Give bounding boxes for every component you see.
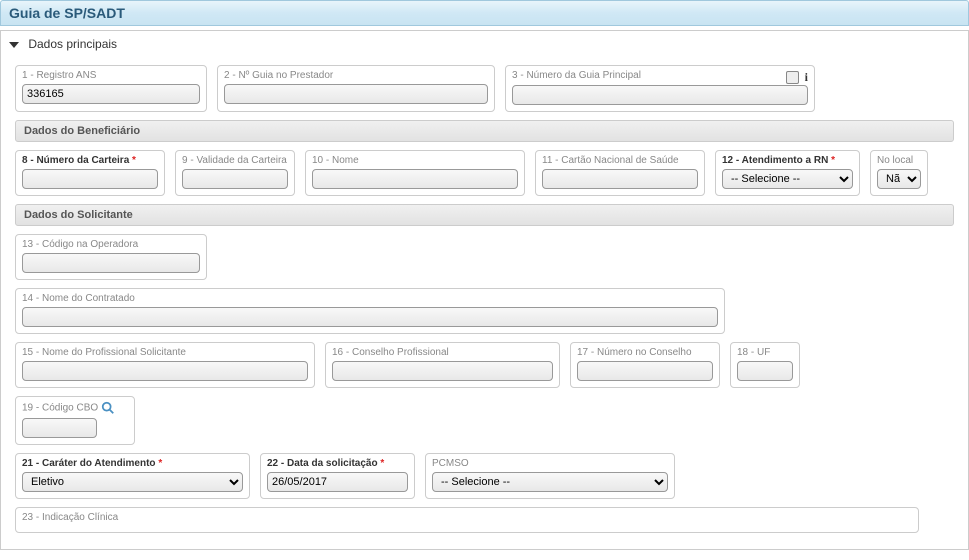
field-indicacao-clinica: 23 - Indicação Clínica xyxy=(15,507,919,533)
field-uf: 18 - UF xyxy=(730,342,800,388)
chevron-down-icon xyxy=(9,42,19,48)
required-marker: * xyxy=(158,458,162,469)
field-conselho-profissional: 16 - Conselho Profissional xyxy=(325,342,560,388)
page-title: Guia de SP/SADT xyxy=(0,0,969,26)
field-pcmso: PCMSO -- Selecione -- xyxy=(425,453,675,499)
field-label: 2 - Nº Guia no Prestador xyxy=(224,70,488,81)
field-label: 15 - Nome do Profissional Solicitante xyxy=(22,347,308,358)
field-no-local: No local Não xyxy=(870,150,928,196)
required-marker: * xyxy=(132,155,136,166)
field-label: 21 - Caráter do Atendimento * xyxy=(22,458,243,469)
subsection-solicitante: Dados do Solicitante xyxy=(15,204,954,226)
section-dados-principais: Dados principais 1 - Registro ANS 2 - Nº… xyxy=(0,30,969,550)
numero-carteira-input[interactable] xyxy=(22,169,158,189)
field-label: 9 - Validade da Carteira xyxy=(182,155,288,166)
field-data-solicitacao: 22 - Data da solicitação * xyxy=(260,453,415,499)
cns-input[interactable] xyxy=(542,169,698,189)
registro-ans-input[interactable] xyxy=(22,84,200,104)
field-n-guia-prestador: 2 - Nº Guia no Prestador xyxy=(217,65,495,112)
field-carater-atendimento: 21 - Caráter do Atendimento * Eletivo xyxy=(15,453,250,499)
field-label: No local xyxy=(877,155,921,166)
required-marker: * xyxy=(380,458,384,469)
required-marker: * xyxy=(831,155,835,166)
field-label: 8 - Número da Carteira * xyxy=(22,155,158,166)
field-label: PCMSO xyxy=(432,458,668,469)
field-label: 1 - Registro ANS xyxy=(22,70,200,81)
field-atendimento-rn: 12 - Atendimento a RN * -- Selecione -- xyxy=(715,150,860,196)
field-numero-carteira: 8 - Número da Carteira * xyxy=(15,150,165,196)
field-label: 16 - Conselho Profissional xyxy=(332,347,553,358)
guia-principal-checkbox[interactable] xyxy=(786,71,799,84)
field-validade-carteira: 9 - Validade da Carteira xyxy=(175,150,295,196)
field-label: 19 - Código CBO xyxy=(22,401,128,415)
section-body: 1 - Registro ANS 2 - Nº Guia no Prestado… xyxy=(1,57,968,549)
section-title: Dados principais xyxy=(28,37,117,51)
field-label: 14 - Nome do Contratado xyxy=(22,293,718,304)
search-icon[interactable] xyxy=(101,403,115,414)
field-label: 12 - Atendimento a RN * xyxy=(722,155,853,166)
field-label: 3 - Número da Guia Principal i xyxy=(512,70,808,81)
no-local-select[interactable]: Não xyxy=(877,169,921,189)
field-numero-conselho: 17 - Número no Conselho xyxy=(570,342,720,388)
field-label: 10 - Nome xyxy=(312,155,518,166)
n-guia-principal-input[interactable] xyxy=(512,85,808,105)
field-label: 23 - Indicação Clínica xyxy=(22,512,912,523)
field-cns: 11 - Cartão Nacional de Saúde xyxy=(535,150,705,196)
nome-contratado-input[interactable] xyxy=(22,307,718,327)
field-codigo-cbo: 19 - Código CBO xyxy=(15,396,135,445)
section-toggle-dados-principais[interactable]: Dados principais xyxy=(1,31,968,57)
numero-conselho-input[interactable] xyxy=(577,361,713,381)
info-icon[interactable]: i xyxy=(805,70,808,84)
field-label: 22 - Data da solicitação * xyxy=(267,458,408,469)
field-label: 18 - UF xyxy=(737,347,793,358)
field-label-text: 3 - Número da Guia Principal xyxy=(512,70,641,81)
field-label: 13 - Código na Operadora xyxy=(22,239,200,250)
atendimento-rn-select[interactable]: -- Selecione -- xyxy=(722,169,853,189)
field-n-guia-principal: 3 - Número da Guia Principal i xyxy=(505,65,815,112)
codigo-cbo-input[interactable] xyxy=(22,418,97,438)
field-registro-ans: 1 - Registro ANS xyxy=(15,65,207,112)
nome-profissional-input[interactable] xyxy=(22,361,308,381)
pcmso-select[interactable]: -- Selecione -- xyxy=(432,472,668,492)
field-nome: 10 - Nome xyxy=(305,150,525,196)
data-solicitacao-input[interactable] xyxy=(267,472,408,492)
codigo-operadora-input[interactable] xyxy=(22,253,200,273)
nome-input[interactable] xyxy=(312,169,518,189)
field-label: 11 - Cartão Nacional de Saúde xyxy=(542,155,698,166)
field-nome-contratado: 14 - Nome do Contratado xyxy=(15,288,725,334)
field-label: 17 - Número no Conselho xyxy=(577,347,713,358)
n-guia-prestador-input[interactable] xyxy=(224,84,488,104)
carater-atendimento-select[interactable]: Eletivo xyxy=(22,472,243,492)
conselho-profissional-input[interactable] xyxy=(332,361,553,381)
uf-input[interactable] xyxy=(737,361,793,381)
field-nome-profissional: 15 - Nome do Profissional Solicitante xyxy=(15,342,315,388)
validade-carteira-input[interactable] xyxy=(182,169,288,189)
field-codigo-operadora: 13 - Código na Operadora xyxy=(15,234,207,280)
subsection-beneficiario: Dados do Beneficiário xyxy=(15,120,954,142)
